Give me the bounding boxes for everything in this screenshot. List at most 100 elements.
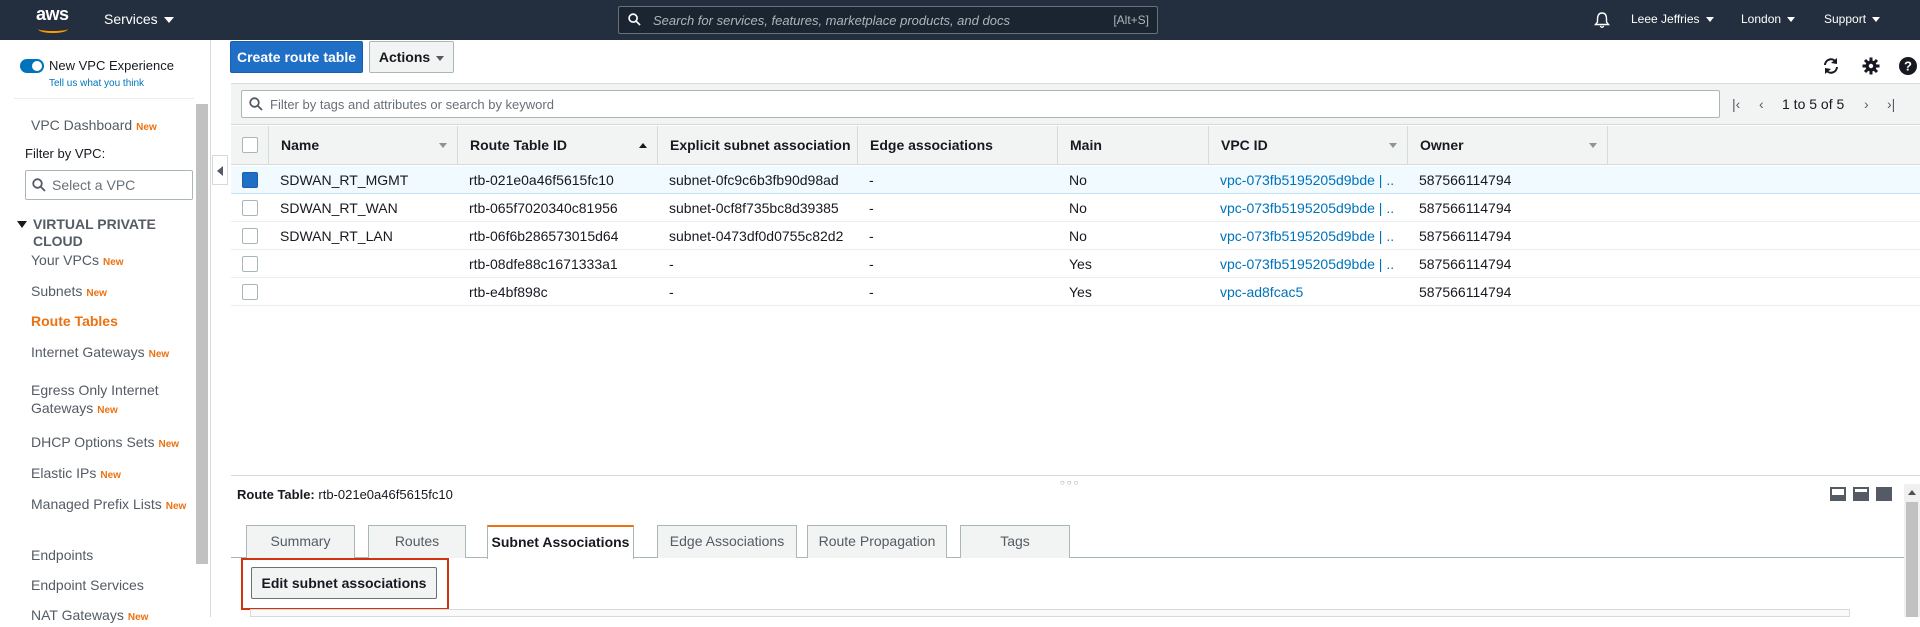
table-filter[interactable]: [241, 90, 1720, 118]
sidebar-item-route-tables[interactable]: Route Tables: [31, 312, 201, 330]
col-name[interactable]: Name: [269, 126, 458, 165]
table-filter-input[interactable]: [270, 95, 1670, 113]
prev-page-icon[interactable]: ‹: [1759, 96, 1764, 112]
svg-text:?: ?: [1904, 59, 1912, 74]
sidebar-item-elastic-ips[interactable]: Elastic IPs New: [31, 464, 201, 485]
sidebar-item-label: Endpoint Services: [31, 577, 144, 593]
cell-vpc-id-link[interactable]: vpc-073fb5195205d9bde | ...: [1209, 194, 1394, 222]
next-page-icon[interactable]: ›: [1864, 96, 1869, 112]
col-explicit-subnet[interactable]: Explicit subnet association: [658, 126, 858, 165]
sidebar-item-your-vpcs[interactable]: Your VPCs New: [31, 251, 201, 272]
help-icon[interactable]: ?: [1898, 56, 1918, 76]
table-row[interactable]: rtb-e4bf898c - - Yes vpc-ad8fcac5 587566…: [231, 278, 1920, 306]
cell-subnet: -: [669, 284, 674, 300]
sidebar-item-internet-gateways[interactable]: Internet Gateways New: [31, 343, 201, 364]
tab-tags[interactable]: Tags: [960, 525, 1070, 558]
tab-edge-associations[interactable]: Edge Associations: [657, 525, 797, 558]
sidebar-item-vpc-dashboard[interactable]: VPC Dashboard New: [31, 116, 201, 137]
section-virtual-private-cloud[interactable]: VIRTUAL PRIVATE CLOUD: [17, 216, 197, 250]
panel-splitter[interactable]: [231, 475, 1920, 476]
new-vpc-toggle[interactable]: [20, 59, 44, 73]
sidebar-item-subnets[interactable]: Subnets New: [31, 282, 201, 303]
new-badge: New: [86, 288, 107, 299]
col-edge-associations[interactable]: Edge associations: [858, 126, 1058, 165]
search-shortcut: [Alt+S]: [1113, 13, 1149, 27]
col-route-table-id[interactable]: Route Table ID: [458, 126, 658, 165]
support-menu[interactable]: Support: [1824, 12, 1881, 26]
cell-edge: -: [869, 172, 874, 188]
edit-subnet-associations-button[interactable]: Edit subnet associations: [251, 567, 437, 599]
cell-owner: 587566114794: [1419, 284, 1512, 300]
detail-value: rtb-021e0a46f5615fc10: [318, 487, 453, 502]
support-label: Support: [1824, 12, 1867, 26]
aws-logo[interactable]: aws: [36, 4, 72, 34]
sidebar-item-endpoints[interactable]: Endpoints: [31, 546, 201, 564]
actions-button[interactable]: Actions: [369, 41, 454, 73]
row-checkbox[interactable]: [242, 172, 258, 188]
vpc-select[interactable]: [25, 170, 193, 200]
row-checkbox[interactable]: [242, 228, 258, 244]
panel-large-icon[interactable]: [1876, 487, 1892, 501]
col-owner[interactable]: Owner: [1408, 126, 1608, 165]
gear-icon[interactable]: [1861, 56, 1881, 76]
row-checkbox[interactable]: [242, 256, 258, 272]
col-vpc-id-label: VPC ID: [1221, 137, 1268, 153]
sidebar-item-endpoint-services[interactable]: Endpoint Services: [31, 576, 201, 594]
table-row[interactable]: SDWAN_RT_WAN rtb-065f7020340c81956 subne…: [231, 194, 1920, 222]
cell-vpc-id-link[interactable]: vpc-073fb5195205d9bde | ...: [1209, 250, 1394, 278]
bell-icon[interactable]: [1594, 11, 1610, 29]
cell-owner: 587566114794: [1419, 256, 1512, 272]
tab-summary[interactable]: Summary: [246, 525, 355, 558]
table-row[interactable]: SDWAN_RT_LAN rtb-06f6b286573015d64 subne…: [231, 222, 1920, 250]
region-menu[interactable]: London: [1741, 12, 1796, 26]
tab-route-propagation[interactable]: Route Propagation: [807, 525, 947, 558]
panel-small-icon[interactable]: [1830, 487, 1846, 501]
user-label: Leee Jeffries: [1631, 12, 1700, 26]
table-row[interactable]: SDWAN_RT_MGMT rtb-021e0a46f5615fc10 subn…: [231, 166, 1920, 194]
vpc-select-input[interactable]: [52, 176, 187, 194]
highlight-box: Edit subnet associations: [241, 558, 449, 610]
cell-main: No: [1069, 200, 1087, 216]
select-all-checkbox[interactable]: [242, 137, 258, 153]
scroll-thumb[interactable]: [1906, 502, 1918, 617]
services-label: Services: [104, 11, 158, 27]
services-menu[interactable]: Services: [104, 11, 174, 27]
global-search[interactable]: [Alt+S]: [618, 6, 1158, 34]
cell-subnet: -: [669, 256, 674, 272]
col-main[interactable]: Main: [1058, 126, 1209, 165]
tell-us-link[interactable]: Tell us what you think: [49, 78, 144, 89]
cell-vpc-id-link[interactable]: vpc-ad8fcac5: [1209, 278, 1394, 306]
sidebar-collapse-button[interactable]: [212, 155, 228, 185]
cell-edge: -: [869, 284, 874, 300]
tab-subnet-associations[interactable]: Subnet Associations: [487, 525, 634, 559]
table-row[interactable]: rtb-08dfe88c1671333a1 - - Yes vpc-073fb5…: [231, 250, 1920, 278]
search-icon: [32, 178, 46, 192]
sort-asc-icon: [639, 143, 647, 148]
resize-grip-icon[interactable]: ○○○: [1060, 478, 1081, 487]
scroll-up-icon[interactable]: [1908, 490, 1916, 495]
panel-medium-icon[interactable]: [1853, 487, 1869, 501]
row-checkbox[interactable]: [242, 200, 258, 216]
region-label: London: [1741, 12, 1782, 26]
user-menu[interactable]: Leee Jeffries: [1631, 12, 1714, 26]
sidebar-item-dhcp-options[interactable]: DHCP Options Sets New: [31, 433, 201, 454]
create-route-table-button[interactable]: Create route table: [230, 41, 363, 73]
sort-icon: [1589, 143, 1597, 148]
cell-vpc-id-link[interactable]: vpc-073fb5195205d9bde | ...: [1209, 222, 1394, 250]
sidebar-scrollbar[interactable]: [196, 104, 208, 564]
sidebar-item-managed-prefix-lists[interactable]: Managed Prefix Lists New: [31, 495, 201, 516]
row-checkbox[interactable]: [242, 284, 258, 300]
detail-scrollbar[interactable]: [1904, 484, 1920, 617]
cell-route-table-id: rtb-e4bf898c: [469, 284, 548, 300]
first-page-icon[interactable]: |‹: [1732, 96, 1740, 112]
col-vpc-id[interactable]: VPC ID: [1209, 126, 1408, 165]
sidebar-divider: [14, 98, 194, 99]
refresh-icon[interactable]: [1821, 56, 1841, 76]
sidebar-item-egress-only-gateways[interactable]: Egress Only Internet Gateways New: [31, 381, 201, 420]
tab-routes[interactable]: Routes: [368, 525, 466, 558]
search-input[interactable]: [653, 10, 1073, 30]
last-page-icon[interactable]: ›|: [1887, 96, 1895, 112]
cell-vpc-id-link[interactable]: vpc-073fb5195205d9bde | ...: [1209, 166, 1394, 194]
col-explicit-subnet-label: Explicit subnet association: [670, 137, 851, 153]
sidebar-item-label: VPC Dashboard: [31, 117, 133, 133]
